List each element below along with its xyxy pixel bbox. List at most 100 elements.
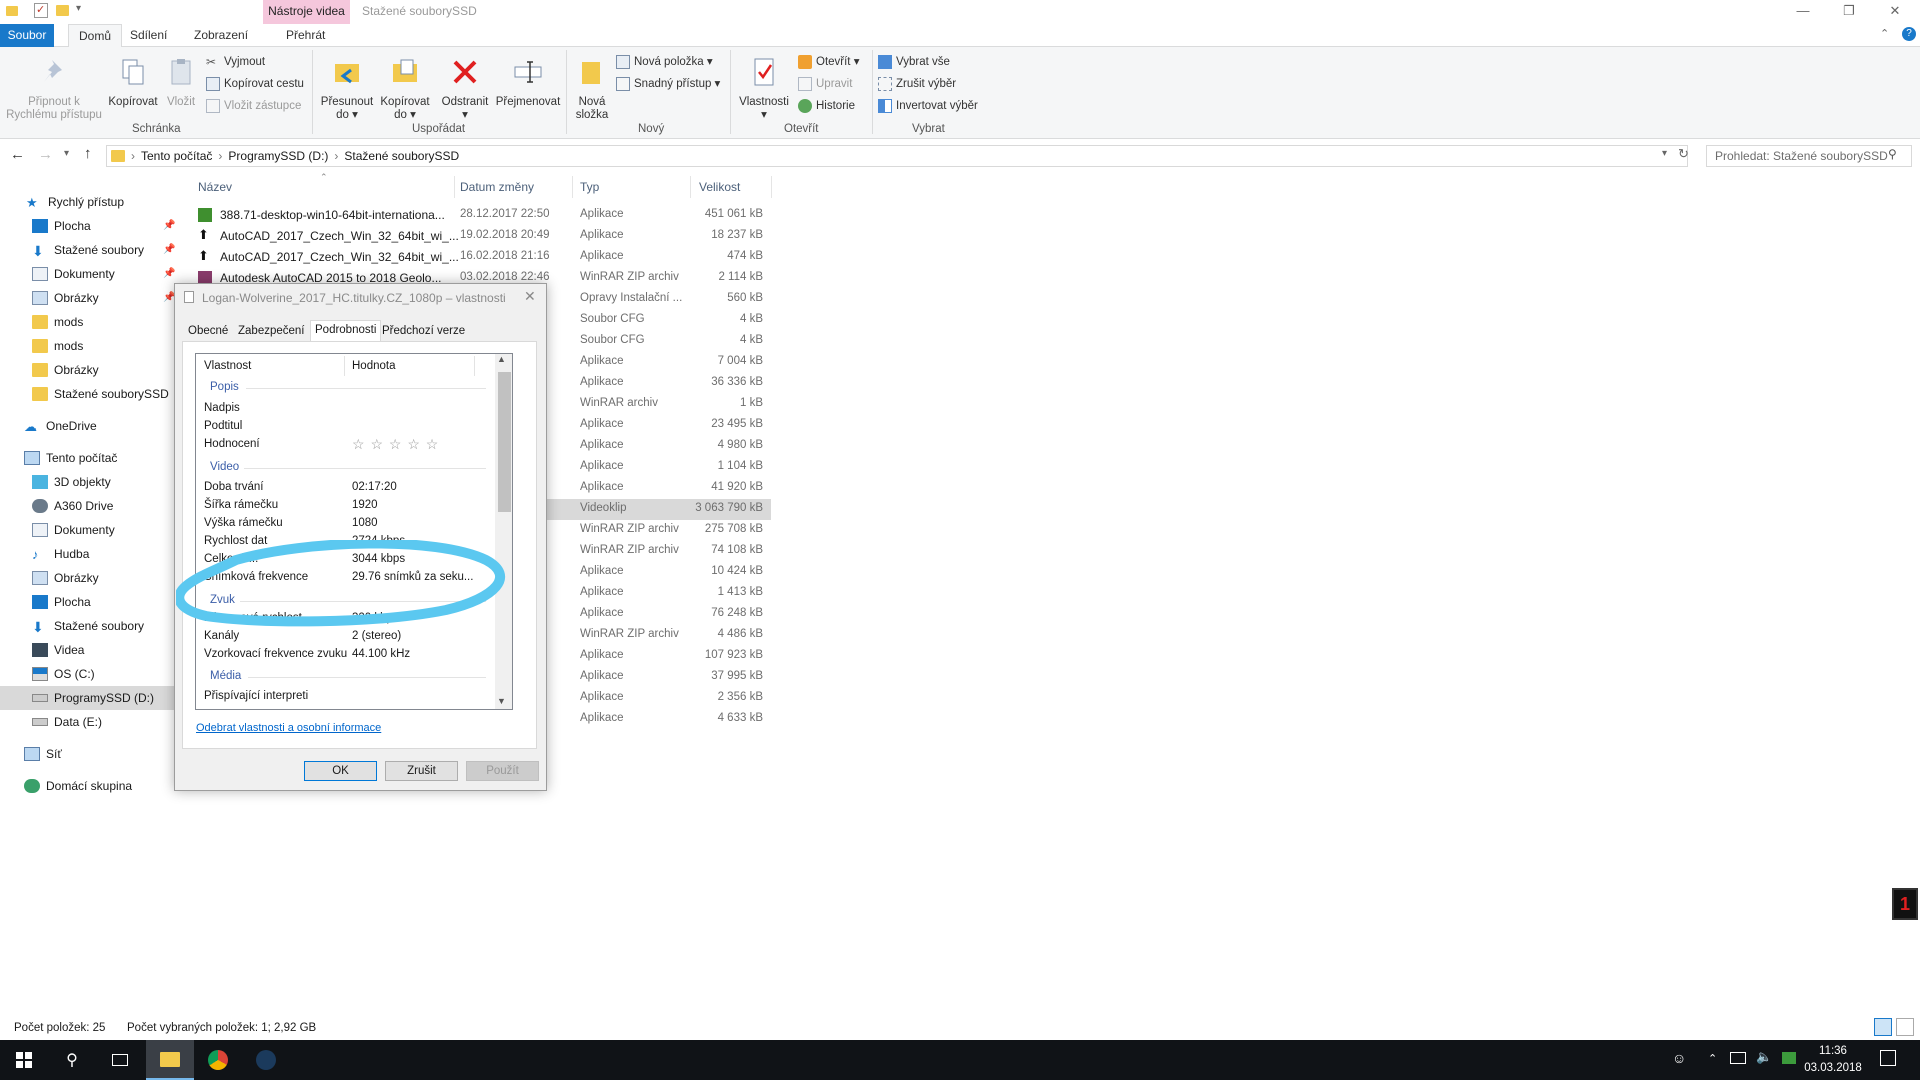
- nav-item-a360[interactable]: A360 Drive: [32, 494, 113, 518]
- forward-arrow-icon[interactable]: →: [38, 146, 53, 163]
- restore-button[interactable]: ❐: [1826, 0, 1872, 22]
- nav-item-homegroup[interactable]: Domácí skupina: [24, 774, 132, 798]
- ok-button[interactable]: OK: [304, 761, 377, 781]
- table-row[interactable]: ⬆ AutoCAD_2017_Czech_Win_32_64bit_wi_... 1…: [196, 226, 771, 247]
- nav-item-pictures[interactable]: Obrázky: [32, 286, 99, 310]
- column-header-date[interactable]: Datum změny: [460, 180, 534, 194]
- nav-item-network[interactable]: Síť: [24, 742, 62, 766]
- new-folder-quick-icon[interactable]: [56, 5, 69, 16]
- nav-item-drive-e[interactable]: Data (E:): [32, 710, 102, 734]
- column-divider[interactable]: [572, 176, 573, 198]
- nav-item-downloads[interactable]: ⬇ Stažené soubory: [32, 238, 144, 262]
- new-folder-button[interactable]: Nová složka: [570, 56, 614, 122]
- column-divider[interactable]: [690, 176, 691, 198]
- volume-icon[interactable]: 🔈: [1756, 1049, 1772, 1065]
- nav-item-quick-access[interactable]: ★ Rychlý přístup: [26, 190, 124, 214]
- cancel-button[interactable]: Zrušit: [385, 761, 458, 781]
- nav-item-this-pc[interactable]: Tento počítač: [24, 446, 117, 470]
- easy-access-button[interactable]: Snadný přístup ▾: [616, 74, 720, 94]
- overlay-widget-icon[interactable]: 1: [1892, 888, 1918, 920]
- prop-title[interactable]: Nadpis: [204, 402, 240, 414]
- apply-button[interactable]: Použít: [466, 761, 539, 781]
- breadcrumb-drive-d[interactable]: ProgramySSD (D:): [228, 149, 328, 163]
- network-tray-icon[interactable]: [1730, 1052, 1746, 1064]
- search-box[interactable]: Prohledat: Stažené souborySSD: [1706, 145, 1912, 167]
- column-header-value[interactable]: Hodnota: [352, 360, 395, 372]
- nav-item-downloads-ssd[interactable]: Stažené souborySSD: [32, 382, 169, 406]
- address-dropdown-icon[interactable]: ▾: [1662, 148, 1667, 159]
- qat-dropdown-icon[interactable]: ▾: [76, 3, 81, 14]
- pin-quick-access-button[interactable]: Připnout k Rychlému přístupu: [4, 56, 104, 122]
- prop-channels[interactable]: Kanály: [204, 630, 239, 642]
- prop-frame-width[interactable]: Šířka rámečku: [204, 499, 278, 511]
- tab-play[interactable]: Přehrát: [276, 24, 335, 47]
- taskbar-steam[interactable]: [242, 1040, 290, 1080]
- properties-button[interactable]: Vlastnosti ▾: [734, 56, 794, 122]
- column-header-property[interactable]: Vlastnost: [204, 360, 251, 372]
- up-arrow-icon[interactable]: ↑: [84, 145, 92, 162]
- tab-view[interactable]: Zobrazení: [184, 24, 258, 47]
- column-divider[interactable]: [454, 176, 455, 198]
- paste-button[interactable]: Vložit: [160, 56, 202, 109]
- nav-item-drive-d[interactable]: ProgramySSD (D:): [32, 686, 154, 710]
- tab-previous-versions[interactable]: Předchozí verze: [378, 322, 469, 342]
- prop-duration[interactable]: Doba trvání: [204, 481, 263, 493]
- properties-quick-icon[interactable]: ✓: [34, 3, 48, 18]
- tab-general[interactable]: Obecné: [184, 322, 232, 342]
- nav-item-documents-pc[interactable]: Dokumenty: [32, 518, 115, 542]
- nav-item-documents[interactable]: Dokumenty: [32, 262, 115, 286]
- recent-locations-icon[interactable]: ▾: [64, 148, 69, 159]
- taskbar-chrome[interactable]: [194, 1040, 242, 1080]
- dialog-close-icon[interactable]: ✕: [524, 288, 536, 305]
- tab-security[interactable]: Zabezpečení: [234, 322, 309, 342]
- copy-path-button[interactable]: Kopírovat cestu: [206, 74, 304, 94]
- nav-item-desktop-pc[interactable]: Plocha: [32, 590, 91, 614]
- move-to-button[interactable]: Přesunout do ▾: [318, 56, 376, 122]
- nav-item-3d-objects[interactable]: 3D objekty: [32, 470, 111, 494]
- nav-item-mods[interactable]: mods: [32, 334, 83, 358]
- collapse-ribbon-icon[interactable]: ⌃: [1880, 27, 1889, 40]
- tab-details[interactable]: Podrobnosti: [310, 320, 382, 342]
- select-all-button[interactable]: Vybrat vše: [878, 52, 950, 72]
- show-hidden-icons-icon[interactable]: ⌃: [1708, 1052, 1717, 1065]
- copy-button[interactable]: Kopírovat: [106, 56, 160, 109]
- column-header-type[interactable]: Typ: [580, 180, 599, 194]
- prop-sample-rate[interactable]: Vzorkovací frekvence zvuku: [204, 648, 347, 660]
- taskbar-file-explorer[interactable]: [146, 1040, 194, 1080]
- address-bar[interactable]: › Tento počítač › ProgramySSD (D:) › Sta…: [106, 145, 1688, 167]
- column-divider[interactable]: [771, 176, 772, 198]
- scroll-up-icon[interactable]: ▲: [497, 354, 506, 364]
- task-view-button[interactable]: [96, 1040, 144, 1080]
- pin-icon[interactable]: 📌: [163, 220, 175, 231]
- minimize-button[interactable]: —: [1780, 0, 1826, 22]
- nav-item-desktop[interactable]: Plocha: [32, 214, 91, 238]
- start-button[interactable]: [0, 1040, 48, 1080]
- nav-item-drive-c[interactable]: OS (C:): [32, 662, 95, 686]
- nav-item-pictures-pc[interactable]: Obrázky: [32, 566, 99, 590]
- nav-item-onedrive[interactable]: ☁ OneDrive: [24, 414, 97, 438]
- help-icon[interactable]: ?: [1902, 27, 1916, 41]
- clock-time[interactable]: 11:36: [1808, 1045, 1858, 1057]
- edit-button[interactable]: Upravit: [798, 74, 852, 94]
- details-view-icon[interactable]: [1874, 1018, 1892, 1036]
- table-row[interactable]: 388.71-desktop-win10-64bit-internationa.…: [196, 205, 771, 226]
- prop-contributing-artists[interactable]: Přispívající interpreti: [204, 690, 308, 702]
- close-button[interactable]: ✕: [1872, 0, 1918, 22]
- paste-shortcut-button[interactable]: Vložit zástupce: [206, 96, 301, 116]
- column-divider[interactable]: [344, 356, 345, 376]
- scroll-down-icon[interactable]: ▼: [497, 696, 506, 706]
- clock-date[interactable]: 03.03.2018: [1800, 1062, 1866, 1074]
- select-none-button[interactable]: Zrušit výběr: [878, 74, 956, 94]
- pin-icon[interactable]: 📌: [163, 244, 175, 255]
- tab-home[interactable]: Domů: [68, 24, 123, 48]
- prop-rating[interactable]: Hodnocení: [204, 438, 260, 450]
- large-icons-view-icon[interactable]: [1896, 1018, 1914, 1036]
- action-center-icon[interactable]: [1880, 1050, 1896, 1066]
- new-item-button[interactable]: Nová položka ▾: [616, 52, 713, 72]
- nav-item-mods[interactable]: mods: [32, 310, 83, 334]
- search-taskbar-icon[interactable]: ⚲: [48, 1040, 96, 1080]
- copy-to-button[interactable]: Kopírovat do ▾: [376, 56, 434, 122]
- prop-frame-height[interactable]: Výška rámečku: [204, 517, 283, 529]
- scrollbar-thumb[interactable]: [498, 372, 511, 512]
- rating-stars[interactable]: ☆ ☆ ☆ ☆ ☆: [352, 436, 439, 453]
